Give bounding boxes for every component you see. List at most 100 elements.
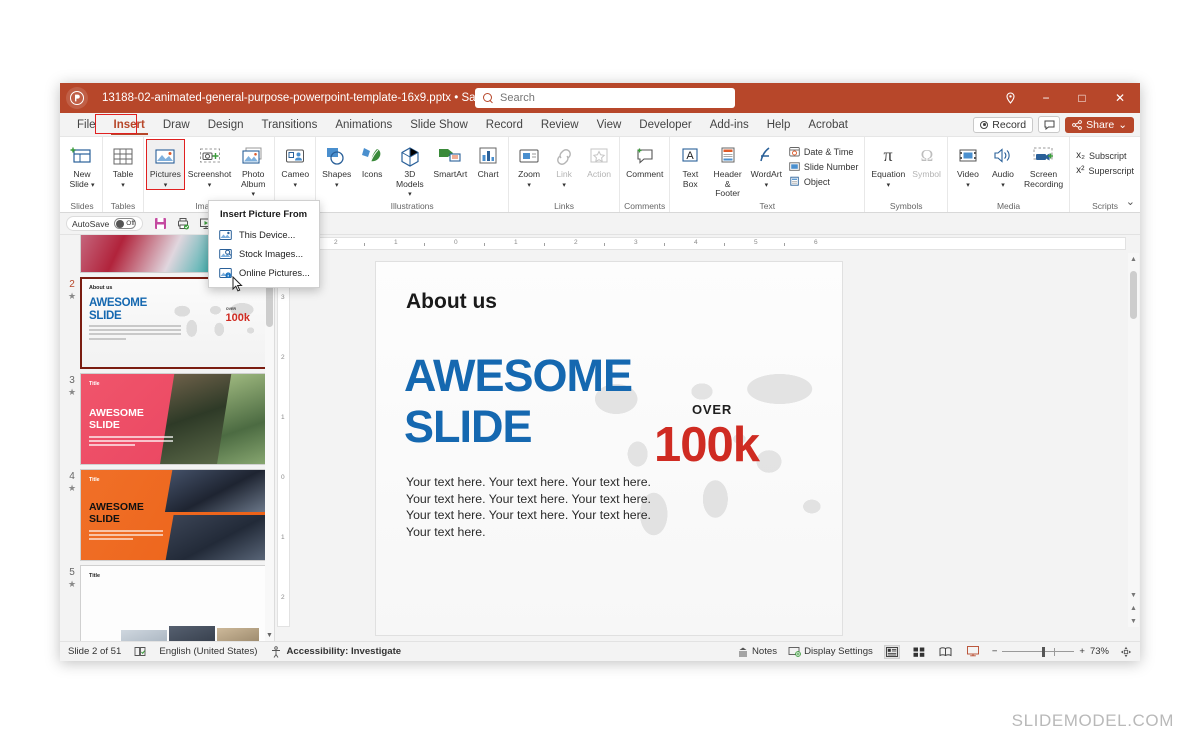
tab-slide-show[interactable]: Slide Show <box>401 116 477 134</box>
thumbnail-scrollbar[interactable]: ▲ ▼ <box>265 235 274 641</box>
zoom-button[interactable]: Zoom ▾ <box>512 140 546 189</box>
text-box-button[interactable]: A Text Box <box>673 140 707 189</box>
video-button[interactable]: Video ▾ <box>951 140 985 189</box>
thumbnail-row-5[interactable]: 5 ★ Title <box>60 561 274 641</box>
slide-over-label[interactable]: OVER <box>692 402 732 417</box>
tab-draw[interactable]: Draw <box>154 116 199 134</box>
slide-thumbnail-5[interactable]: Title <box>80 565 268 641</box>
slide-scroll-thumb[interactable] <box>1130 271 1137 319</box>
new-slide-button[interactable]: New Slide ▾ <box>65 140 99 189</box>
tab-animations[interactable]: Animations <box>326 116 401 134</box>
slide-number-button[interactable]: Slide Number <box>786 160 862 173</box>
chart-button[interactable]: Chart <box>471 140 505 180</box>
tab-file[interactable]: File <box>68 116 105 134</box>
reading-view-button[interactable] <box>938 645 954 659</box>
symbol-button[interactable]: Ω Symbol <box>909 140 944 180</box>
slide-stat-value[interactable]: 100k <box>654 417 760 473</box>
spelling-icon[interactable] <box>134 646 146 657</box>
tab-acrobat[interactable]: Acrobat <box>799 116 857 134</box>
tab-review[interactable]: Review <box>532 116 588 134</box>
date-and-time-button[interactable]: Date & Time <box>786 145 862 158</box>
table-button[interactable]: Table ▾ <box>106 140 140 189</box>
accessibility-status[interactable]: Accessibility: Investigate <box>270 645 402 658</box>
pictures-button[interactable]: Pictures ▾ <box>146 139 185 190</box>
slide-title[interactable]: About us <box>406 290 497 314</box>
search-box[interactable] <box>475 88 735 108</box>
tab-help[interactable]: Help <box>758 116 800 134</box>
tab-transitions[interactable]: Transitions <box>253 116 327 134</box>
superscript-button[interactable]: x² Superscript <box>1073 164 1137 177</box>
previous-slide-icon[interactable]: ▲ <box>1128 602 1139 614</box>
thumbnail-row-3[interactable]: 3 ★ Title AWESOME SLIDE <box>60 369 274 465</box>
menu-item-stock-images[interactable]: Stock Images... <box>209 244 319 263</box>
insert-picture-dropdown[interactable]: Insert Picture From This Device... Stock… <box>208 200 320 288</box>
slide-sorter-view-button[interactable] <box>911 645 927 659</box>
tab-record[interactable]: Record <box>477 116 532 134</box>
icons-button[interactable]: Icons <box>355 140 389 180</box>
slide-thumbnail-3[interactable]: Title AWESOME SLIDE <box>80 373 268 465</box>
close-button[interactable]: ✕ <box>1100 83 1140 113</box>
search-input[interactable] <box>500 92 700 104</box>
photo-album-button[interactable]: Photo Album ▾ <box>235 140 271 199</box>
3d-models-button[interactable]: 3D Models ▾ <box>390 140 429 199</box>
notes-button[interactable]: Notes <box>737 646 777 657</box>
smartart-button[interactable]: SmartArt <box>430 140 470 180</box>
tab-insert[interactable]: Insert <box>105 116 154 135</box>
zoom-in-button[interactable]: + <box>1079 646 1085 657</box>
slide-body-text[interactable]: Your text here. Your text here. Your tex… <box>406 474 671 540</box>
minimize-button[interactable]: − <box>1028 83 1064 113</box>
slide-canvas[interactable]: About us AWESOME SLIDE Your text here. Y… <box>375 261 843 636</box>
zoom-level-label[interactable]: 73% <box>1090 646 1109 657</box>
slide-show-view-button[interactable] <box>965 645 981 659</box>
wordart-button[interactable]: WordArt ▾ <box>748 140 785 189</box>
fit-to-window-button[interactable] <box>1120 646 1132 658</box>
accessibility-label: Accessibility: Investigate <box>286 646 402 657</box>
maximize-button[interactable]: □ <box>1064 83 1100 113</box>
collapse-ribbon-chevron-icon[interactable]: ⌄ <box>1126 195 1135 208</box>
shapes-button[interactable]: Shapes ▾ <box>319 140 354 189</box>
slide-scroll-down-icon[interactable]: ▼ <box>1128 589 1139 601</box>
slide-count-label[interactable]: Slide 2 of 51 <box>68 646 121 657</box>
print-preview-icon[interactable] <box>176 217 190 230</box>
zoom-knob[interactable] <box>1042 646 1046 657</box>
link-button[interactable]: Link ▾ <box>547 140 581 189</box>
zoom-slider[interactable]: − + 73% <box>992 646 1109 657</box>
action-button[interactable]: Action <box>582 140 616 180</box>
thumbnail-scroll-down-icon[interactable]: ▼ <box>265 630 274 641</box>
slide-thumbnail-4[interactable]: Title AWESOME SLIDE <box>80 469 268 561</box>
share-button[interactable]: Share ⌄ <box>1065 116 1134 133</box>
record-button[interactable]: Record <box>973 116 1034 133</box>
display-settings-button[interactable]: Display Settings <box>788 646 873 657</box>
equation-button[interactable]: π Equation ▾ <box>868 140 908 189</box>
menu-item-this-device[interactable]: This Device... <box>209 225 319 244</box>
thumbnail-row-4[interactable]: 4 ★ Title AWESOME SLIDE <box>60 465 274 561</box>
slide-scroll-up-icon[interactable]: ▲ <box>1128 253 1139 265</box>
menu-item-online-pictures[interactable]: Online Pictures... <box>209 263 319 282</box>
slide-heading[interactable]: AWESOME SLIDE <box>404 350 633 452</box>
save-icon[interactable] <box>154 217 167 230</box>
object-button[interactable]: Object <box>786 175 862 188</box>
cameo-button[interactable]: Cameo ▾ <box>278 140 312 189</box>
help-location-icon[interactable] <box>992 83 1028 113</box>
tab-developer[interactable]: Developer <box>630 116 700 134</box>
next-slide-icon[interactable]: ▼ <box>1128 615 1139 627</box>
subscript-button[interactable]: x₂ Subscript <box>1073 149 1137 162</box>
vruler-tick-3t: 3 <box>281 294 285 301</box>
tab-view[interactable]: View <box>588 116 631 134</box>
zoom-out-button[interactable]: − <box>992 646 998 657</box>
comments-button[interactable] <box>1038 116 1061 133</box>
comment-button[interactable]: Comment <box>623 140 666 180</box>
language-label[interactable]: English (United States) <box>159 646 257 657</box>
autosave-toggle[interactable]: AutoSave Off <box>66 216 144 231</box>
zoom-track[interactable] <box>1002 646 1075 657</box>
screen-recording-button[interactable]: Screen Recording <box>1021 140 1066 189</box>
autosave-switch[interactable]: Off <box>114 218 137 229</box>
audio-button[interactable]: Audio ▾ <box>986 140 1020 189</box>
slide-thumbnail-pane[interactable]: 2 ★ About us AWESOME SLIDE OVER 100k 3 ★… <box>60 235 275 641</box>
tab-add-ins[interactable]: Add-ins <box>701 116 758 134</box>
slide-vertical-scrollbar[interactable]: ▲ ▼ ▲ ▼ <box>1128 253 1139 627</box>
screenshot-button[interactable]: Screenshot ▾ <box>185 140 234 189</box>
header-footer-button[interactable]: Header & Footer <box>708 140 747 199</box>
normal-view-button[interactable] <box>883 644 900 659</box>
tab-design[interactable]: Design <box>199 116 253 134</box>
